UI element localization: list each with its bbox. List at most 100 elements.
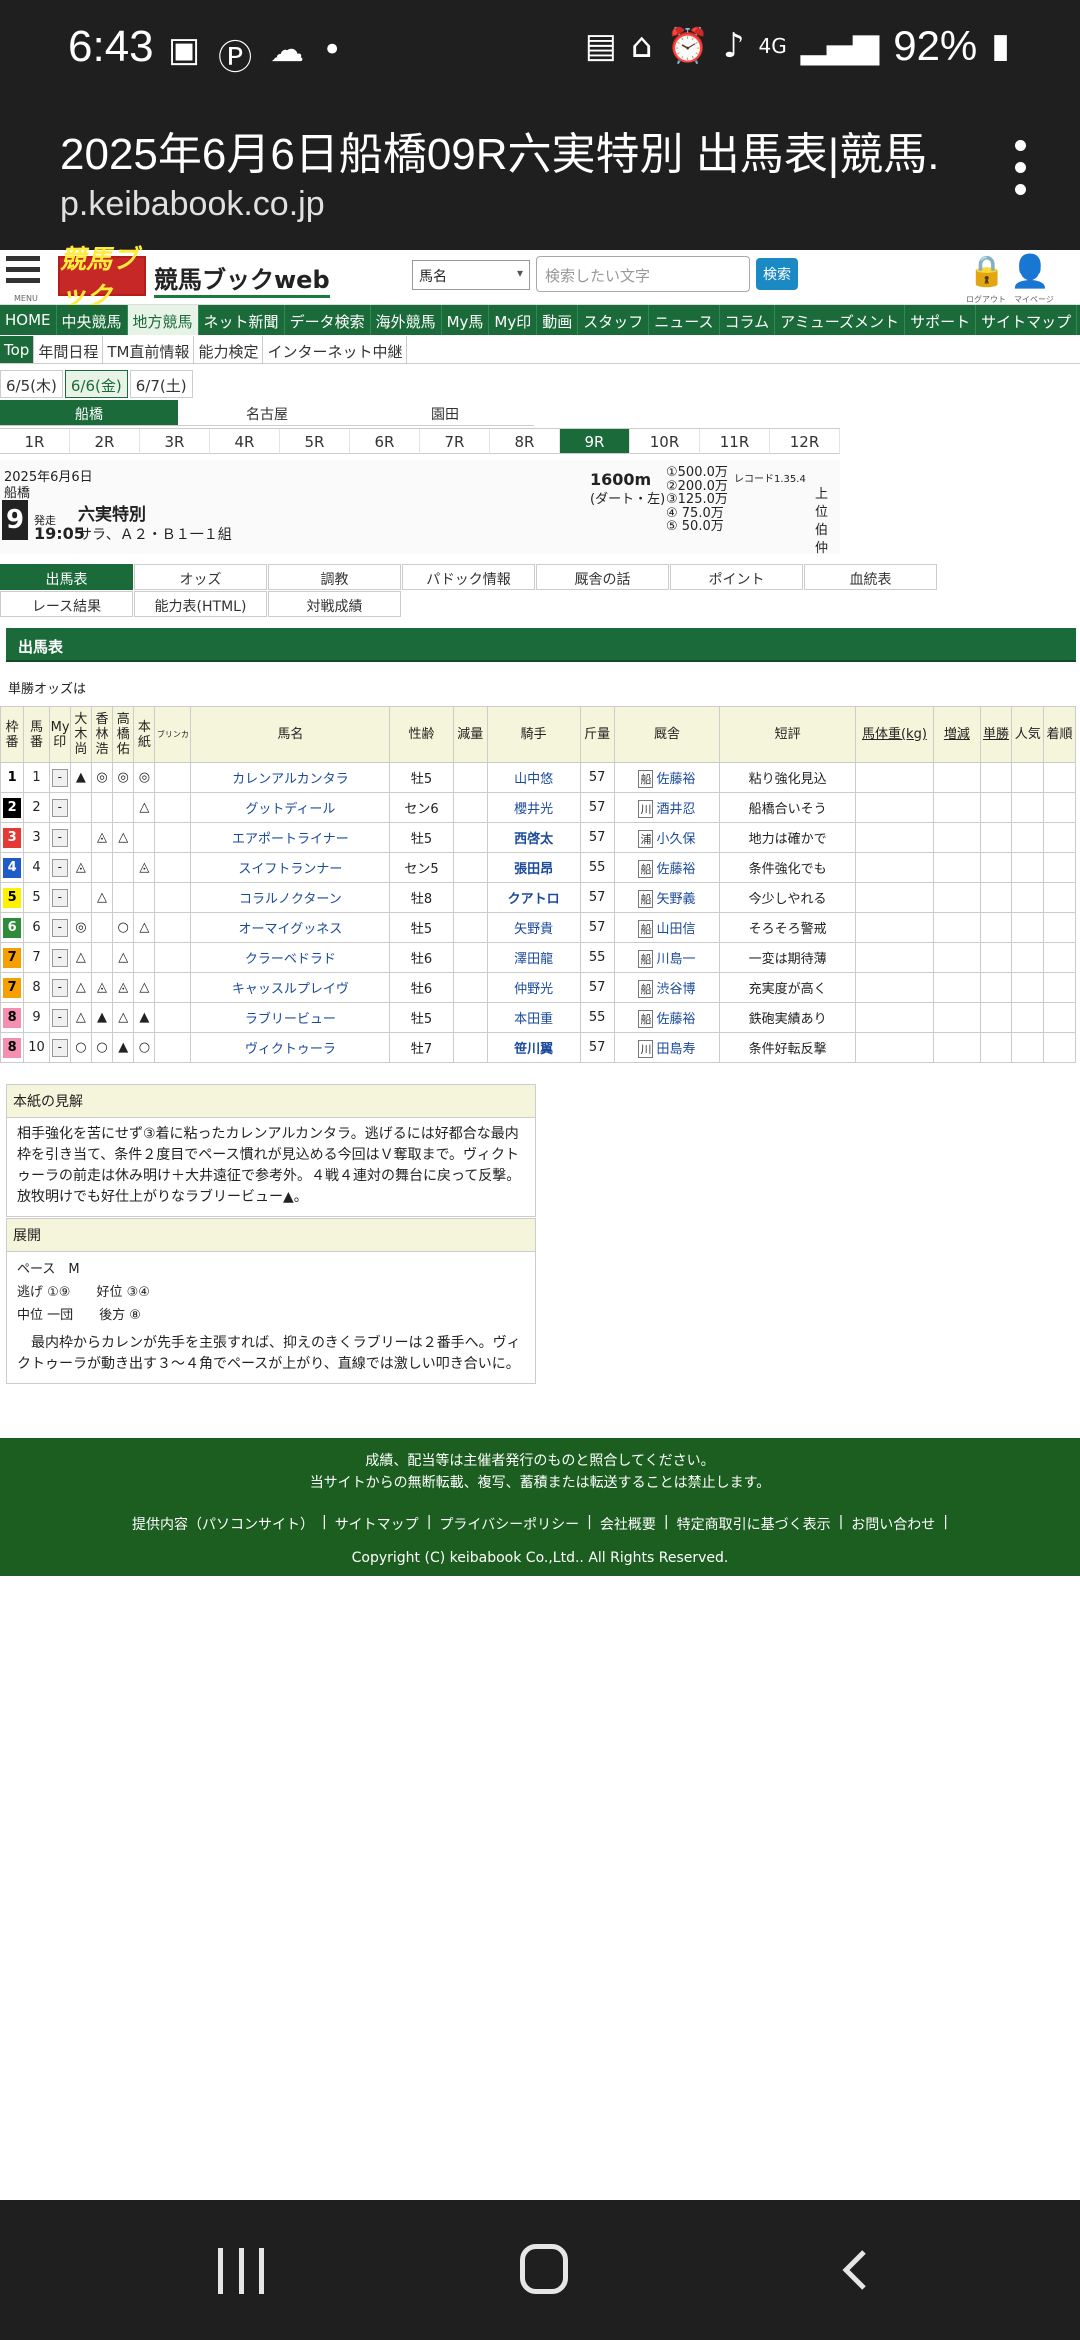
race-tab[interactable]: 5R (280, 429, 350, 454)
race-tab[interactable]: 2R (70, 429, 140, 454)
venue-tab[interactable]: 園田 (356, 400, 534, 426)
my-mark-button[interactable]: - (51, 768, 68, 787)
trainer-link[interactable]: 小久保 (656, 832, 695, 847)
tab-entries[interactable]: 出馬表 (0, 564, 133, 590)
my-mark-button[interactable]: - (51, 1008, 68, 1027)
date-tab[interactable]: 6/7(土) (129, 370, 193, 398)
site-name[interactable]: 競馬ブックweb (154, 260, 330, 298)
my-mark-button[interactable]: - (51, 798, 68, 817)
hamburger-menu-icon[interactable] (6, 256, 40, 289)
footer-link[interactable]: お問い合わせ (847, 1514, 939, 1534)
race-tab[interactable]: 1R (0, 429, 70, 454)
trainer-link[interactable]: 田島寿 (656, 1042, 695, 1057)
mypage-user-icon[interactable]: 👤 (1010, 252, 1050, 290)
nav-sitemap[interactable]: サイトマップ (976, 305, 1078, 335)
nav-newspaper[interactable]: ネット新聞 (199, 305, 285, 335)
jockey-link[interactable]: 澤田龍 (514, 952, 553, 967)
venue-tab[interactable]: 船橋 (0, 400, 178, 426)
horse-name-link[interactable]: キャッスルプレイヴ (232, 982, 349, 997)
jockey-link[interactable]: クアトロ (508, 892, 560, 907)
my-mark-button[interactable]: - (51, 948, 68, 967)
trainer-link[interactable]: 酒井忍 (656, 802, 695, 817)
horse-name-link[interactable]: コラルノクターン (239, 892, 342, 907)
subnav-tm[interactable]: TM直前情報 (103, 336, 195, 363)
horse-name-link[interactable]: カレンアルカンタラ (232, 772, 348, 787)
tab-odds[interactable]: オッズ (134, 564, 267, 590)
nav-video[interactable]: 動画 (537, 305, 579, 335)
nav-amusement[interactable]: アミューズメント (775, 305, 906, 335)
nav-staff[interactable]: スタッフ (578, 305, 650, 335)
url-bar[interactable]: p.keibabook.co.jp (60, 185, 325, 224)
race-tab[interactable]: 6R (350, 429, 420, 454)
horse-name-link[interactable]: クラーベドラド (245, 952, 336, 967)
search-input[interactable]: 検索したい文字 (536, 256, 750, 292)
footer-link[interactable]: 提供内容（パソコンサイト） (128, 1514, 318, 1534)
nav-column[interactable]: コラム (720, 305, 776, 335)
horse-name-link[interactable]: ラブリービュー (245, 1012, 336, 1027)
tab-pedigree[interactable]: 血統表 (804, 564, 937, 590)
race-tab[interactable]: 4R (210, 429, 280, 454)
recents-icon[interactable] (218, 2248, 264, 2294)
tab-head-to-head[interactable]: 対戦成績 (268, 591, 401, 617)
tab-ability-html[interactable]: 能力表(HTML) (134, 591, 267, 617)
race-tab[interactable]: 7R (420, 429, 490, 454)
my-mark-button[interactable]: - (51, 918, 68, 937)
footer-link[interactable]: 特定商取引に基づく表示 (673, 1514, 835, 1534)
race-tab[interactable]: 12R (770, 429, 840, 454)
subnav-top[interactable]: Top (0, 336, 35, 363)
tab-points[interactable]: ポイント (670, 564, 803, 590)
site-logo[interactable]: 競馬ブック (58, 245, 146, 312)
jockey-link[interactable]: 山中悠 (514, 772, 553, 787)
nav-my-horse[interactable]: My馬 (442, 305, 490, 335)
jockey-link[interactable]: 櫻井光 (514, 802, 553, 817)
horse-name-link[interactable]: スイフトランナー (238, 862, 342, 877)
footer-link[interactable]: サイトマップ (331, 1514, 423, 1534)
back-icon[interactable] (836, 2250, 876, 2290)
my-mark-button[interactable]: - (51, 1038, 68, 1057)
subnav-ability[interactable]: 能力検定 (194, 336, 264, 363)
trainer-link[interactable]: 佐藤裕 (656, 862, 695, 877)
tab-training[interactable]: 調教 (268, 564, 401, 590)
search-type-select[interactable]: 馬名 (412, 260, 530, 290)
date-tab[interactable]: 6/5(木) (0, 370, 63, 398)
nav-central[interactable]: 中央競馬 (57, 305, 128, 335)
horse-name-link[interactable]: エアポートライナー (232, 832, 349, 847)
my-mark-button[interactable]: - (51, 858, 68, 877)
date-tab[interactable]: 6/6(金) (64, 370, 128, 398)
my-mark-button[interactable]: - (51, 978, 68, 997)
trainer-link[interactable]: 川島一 (656, 952, 695, 967)
jockey-link[interactable]: 仲野光 (514, 982, 553, 997)
home-icon[interactable] (520, 2244, 568, 2294)
horse-name-link[interactable]: オーマイグッネス (238, 922, 342, 937)
col-header[interactable]: 馬体重(kg) (854, 706, 935, 763)
jockey-link[interactable]: 張田昂 (514, 862, 553, 877)
jockey-link[interactable]: 本田重 (514, 1012, 553, 1027)
jockey-link[interactable]: 西啓太 (514, 832, 553, 847)
horse-name-link[interactable]: ヴィクトゥーラ (245, 1042, 336, 1057)
jockey-link[interactable]: 矢野貴 (514, 922, 553, 937)
subnav-schedule[interactable]: 年間日程 (34, 336, 104, 363)
jockey-link[interactable]: 笹川翼 (514, 1042, 553, 1057)
race-tab[interactable]: 10R (630, 429, 700, 454)
col-header[interactable]: 単勝 (979, 706, 1013, 763)
race-tab[interactable]: 9R (560, 429, 630, 454)
logout-lock-icon[interactable]: 🔒 (968, 254, 1005, 289)
trainer-link[interactable]: 山田信 (656, 922, 695, 937)
trainer-link[interactable]: 渋谷博 (656, 982, 695, 997)
subnav-stream[interactable]: インターネット中継 (263, 336, 408, 363)
tab-paddock[interactable]: パドック情報 (402, 564, 535, 590)
horse-name-link[interactable]: グットディール (245, 802, 335, 817)
col-header[interactable]: 増減 (933, 706, 981, 763)
tab-stable-talk[interactable]: 厩舎の話 (536, 564, 669, 590)
trainer-link[interactable]: 矢野義 (656, 892, 695, 907)
my-mark-button[interactable]: - (51, 828, 68, 847)
nav-home[interactable]: HOME (0, 305, 57, 335)
nav-support[interactable]: サポート (905, 305, 977, 335)
nav-data-search[interactable]: データ検索 (285, 305, 371, 335)
nav-my-mark[interactable]: My印 (489, 305, 538, 335)
search-button[interactable]: 検索 (756, 258, 798, 290)
page-title[interactable]: 2025年6月6日船橋09R六実特別 出馬表|競馬... (60, 118, 940, 182)
race-tab[interactable]: 11R (700, 429, 770, 454)
race-tab[interactable]: 3R (140, 429, 210, 454)
trainer-link[interactable]: 佐藤裕 (656, 772, 695, 787)
